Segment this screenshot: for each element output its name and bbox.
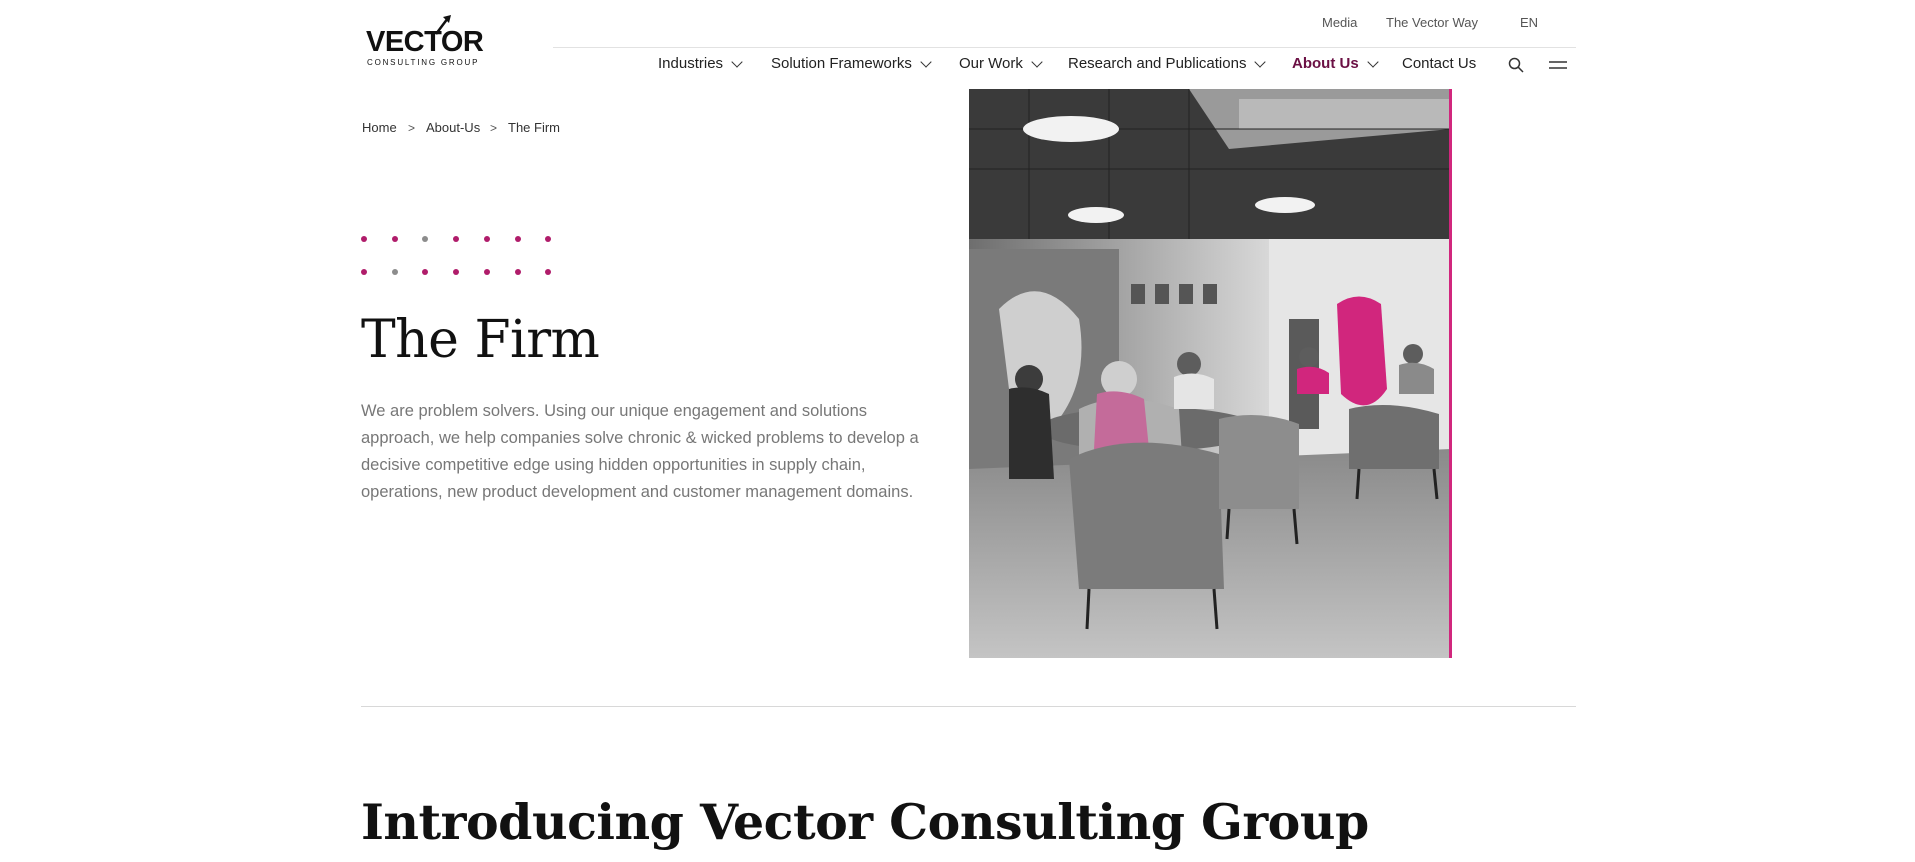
chevron-down-icon xyxy=(1367,55,1379,68)
chevron-down-icon xyxy=(731,55,743,68)
dot xyxy=(453,269,459,275)
dot xyxy=(422,269,428,275)
dot xyxy=(484,269,490,275)
nav-item-industries[interactable]: Industries xyxy=(658,55,743,72)
dot xyxy=(453,236,459,242)
dot xyxy=(545,269,551,275)
arrow-up-icon xyxy=(435,15,451,35)
nav-item-about-us[interactable]: About Us xyxy=(1292,55,1379,72)
breadcrumb-home[interactable]: Home xyxy=(362,120,397,135)
section-heading: Introducing Vector Consulting Group xyxy=(361,793,1369,851)
chevron-down-icon xyxy=(920,55,932,68)
nav-label: Industries xyxy=(658,55,724,72)
vector-logo[interactable]: VECTOR CONSULTING GROUP xyxy=(366,14,484,70)
chevron-down-icon xyxy=(1031,55,1043,68)
page-title: The Firm xyxy=(361,310,600,370)
dot xyxy=(422,236,428,242)
dot xyxy=(392,236,398,242)
nav-item-our-work[interactable]: Our Work xyxy=(959,55,1043,72)
header-divider xyxy=(553,47,1576,48)
dot xyxy=(545,236,551,242)
breadcrumb-separator: > xyxy=(490,121,498,135)
chevron-down-icon xyxy=(1254,55,1267,68)
nav-label: About Us xyxy=(1292,55,1359,72)
logo-tagline: CONSULTING GROUP xyxy=(367,58,480,67)
search-icon[interactable] xyxy=(1508,57,1524,73)
section-divider xyxy=(361,706,1576,707)
hero-description: We are problem solvers. Using our unique… xyxy=(361,402,919,501)
nav-label: Contact Us xyxy=(1402,55,1477,72)
utility-link-media[interactable]: Media xyxy=(1322,15,1357,30)
dot xyxy=(515,269,521,275)
breadcrumb-about-us[interactable]: About-Us xyxy=(426,120,480,135)
nav-item-contact-us[interactable]: Contact Us xyxy=(1402,55,1476,72)
decorative-dot-grid xyxy=(361,236,561,280)
dot xyxy=(361,269,367,275)
breadcrumb-separator: > xyxy=(408,121,416,135)
dot xyxy=(515,236,521,242)
dot xyxy=(484,236,490,242)
dot xyxy=(392,269,398,275)
office-lounge-photo xyxy=(969,89,1451,658)
language-selector[interactable]: EN xyxy=(1520,15,1538,30)
logo-wordmark: VECTOR xyxy=(366,26,484,58)
nav-item-research-publications[interactable]: Research and Publications xyxy=(1068,55,1267,72)
nav-item-solution-frameworks[interactable]: Solution Frameworks xyxy=(771,55,932,72)
breadcrumb-current: The Firm xyxy=(508,120,560,135)
nav-label: Research and Publications xyxy=(1068,55,1247,72)
nav-label: Our Work xyxy=(959,55,1023,72)
utility-link-vector-way[interactable]: The Vector Way xyxy=(1386,15,1478,30)
photo-accent-bar xyxy=(1449,89,1452,658)
nav-label: Solution Frameworks xyxy=(771,55,912,72)
dot xyxy=(361,236,367,242)
hamburger-menu-icon[interactable] xyxy=(1549,59,1567,71)
